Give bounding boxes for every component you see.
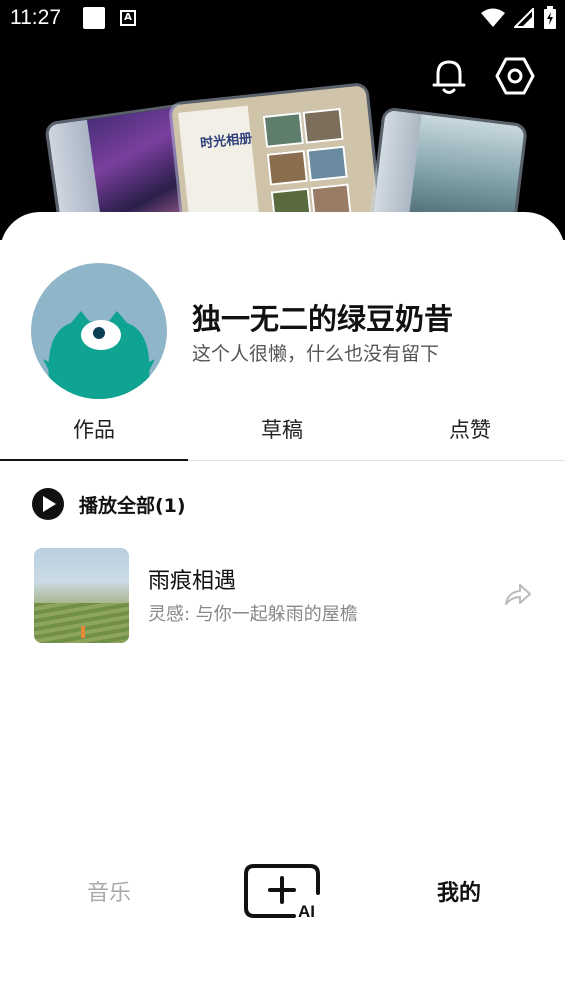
- mascot-icon: [43, 311, 155, 399]
- song-cover: [34, 548, 129, 643]
- tab-likes[interactable]: 点赞: [376, 414, 564, 444]
- share-icon[interactable]: [504, 582, 532, 608]
- notification-square-icon: [83, 7, 105, 29]
- avatar[interactable]: [31, 263, 167, 399]
- song-title: 雨痕相遇: [148, 569, 237, 594]
- list-item[interactable]: 雨痕相遇 灵感: 与你一起躲雨的屋檐: [34, 548, 534, 643]
- status-bar: 11:27 A: [0, 0, 565, 38]
- bottom-nav: 音乐 AI 我的: [0, 855, 565, 925]
- tab-drafts[interactable]: 草稿: [188, 414, 376, 444]
- a-badge-icon: A: [120, 10, 136, 26]
- create-ai-label: AI: [298, 902, 315, 919]
- username: 独一无二的绿豆奶昔: [192, 302, 454, 336]
- nav-music[interactable]: 音乐: [70, 875, 148, 907]
- tab-works[interactable]: 作品: [0, 414, 188, 444]
- play-all-label: 播放全部(1): [79, 495, 186, 517]
- create-ai-button[interactable]: AI: [244, 863, 320, 919]
- wifi-icon: [480, 8, 505, 27]
- user-bio: 这个人很懒，什么也没有留下: [192, 343, 440, 365]
- play-icon: [32, 488, 64, 520]
- song-inspiration: 灵感: 与你一起躲雨的屋檐: [148, 604, 358, 625]
- bell-icon[interactable]: [428, 55, 470, 97]
- status-time: 11:27: [10, 6, 61, 29]
- active-tab-indicator: [0, 459, 188, 461]
- battery-icon: [544, 6, 556, 29]
- signal-icon: [512, 6, 534, 28]
- profile-tabs: 作品 草稿 点赞: [0, 408, 565, 461]
- nav-mine[interactable]: 我的: [420, 875, 498, 907]
- settings-icon[interactable]: [494, 55, 536, 97]
